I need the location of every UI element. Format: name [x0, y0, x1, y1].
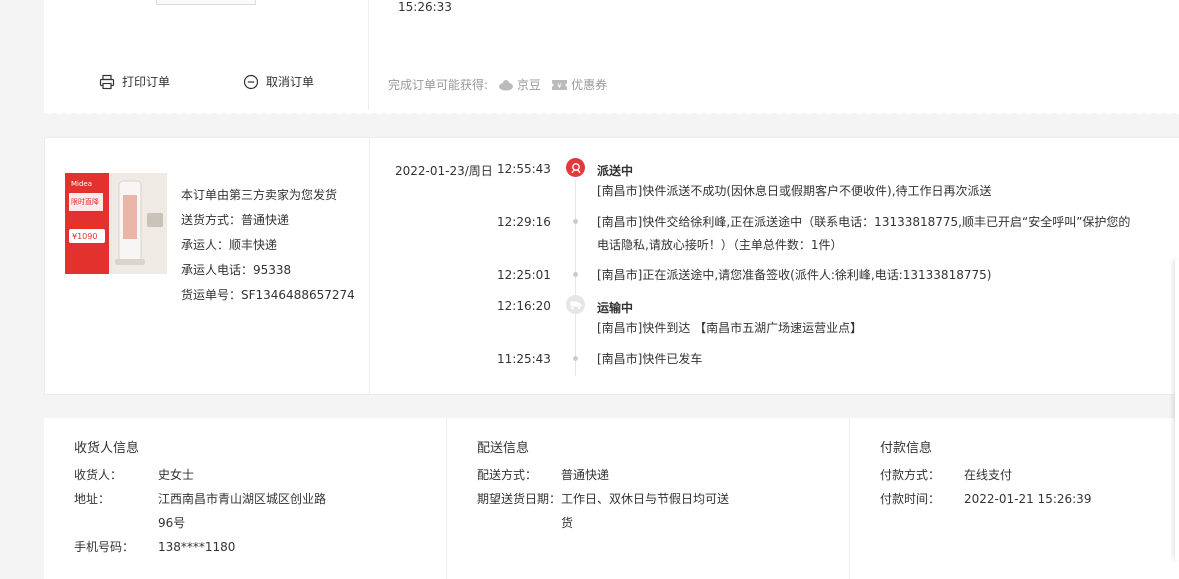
svg-text:¥: ¥ [557, 82, 562, 90]
order-time: 15:26:33 [398, 0, 452, 14]
delivery-date-value: 工作日、双休日与节假日均可送 货 [561, 487, 736, 535]
delivery-method-row: 配送方式： 普通快递 [477, 463, 736, 487]
delivery-method-key: 配送方式： [477, 468, 538, 482]
timeline-time: 12:55:43 [497, 162, 551, 176]
consignee-phone-key: 手机号码： [74, 540, 135, 554]
svg-text:Midea: Midea [71, 180, 92, 188]
consignee-phone-row: 手机号码： 138****1180 [74, 535, 333, 559]
side-panel-edge [1175, 260, 1179, 560]
delivery-info: 配送信息 配送方式： 普通快递 期望送货日期： 工作日、双休日与节假日均可送 货 [447, 418, 850, 579]
consignee-name-key: 收货人： [74, 468, 123, 482]
shipping-method: 送货方式：普通快递 [181, 213, 290, 227]
jingdou-reward[interactable]: 京豆 [498, 76, 541, 93]
carrier-phone: 承运人电话：95338 [181, 263, 292, 277]
timeline-event-text: [南昌市]快件派送不成功(因休息日或假期客户不便收件),待工作日再次派送 [597, 184, 992, 198]
coupon-icon: ¥ [552, 79, 568, 90]
timeline-dot [573, 272, 578, 277]
payment-time-key: 付款时间： [880, 492, 941, 506]
minus-circle-icon [243, 74, 259, 90]
consignee-address-row: 地址： 江西南昌市青山湖区城区创业路 96号 [74, 487, 333, 535]
printer-icon [99, 74, 115, 90]
consignee-phone-value: 138****1180 [158, 540, 236, 554]
delivery-method-value: 普通快递 [561, 468, 610, 482]
timeline-dot [573, 219, 578, 224]
product-badge: 限时直降 [71, 197, 99, 206]
product-thumb-stub [156, 0, 256, 5]
timeline-date: 2022-01-23/周日 [395, 164, 493, 178]
timeline-event-text: [南昌市]快件到达 【南昌市五湖广场速运营业点】 [597, 321, 863, 335]
timeline-time: 12:29:16 [497, 215, 551, 229]
order-info-card: 收货人信息 收货人： 史女士 地址： 江西南昌市青山湖区城区创业路 96号 手机… [44, 418, 1179, 579]
timeline-time: 12:16:20 [497, 299, 551, 313]
timeline-time: 12:25:01 [497, 268, 551, 282]
consignee-address-line2: 96号 [158, 516, 186, 530]
order-actions-card: 打印订单 取消订单 15:26:33 完成订单可能获得: 京豆 ¥ 优惠券 [44, 0, 1179, 113]
timeline-event-text: 电话隐私,请放心接听！）（主单总件数：1件） [597, 238, 843, 252]
jingdou-icon [499, 79, 514, 90]
timeline-status: 运输中 [597, 301, 634, 315]
cancel-order-label: 取消订单 [266, 75, 315, 89]
delivery-date-key: 期望送货日期： [477, 492, 562, 506]
tracking-number[interactable]: 货运单号：SF1346488657274 [181, 283, 355, 308]
consignee-name-row: 收货人： 史女士 [74, 463, 333, 487]
payment-method-key: 付款方式： [880, 468, 941, 482]
timeline-event-text: [南昌市]快件交给徐利峰,正在派送途中（联系电话：13133818775,顺丰已… [597, 215, 1131, 229]
shipping-details: 本订单由第三方卖家为您发货 送货方式：普通快递 承运人：顺丰快递 承运人电话：9… [181, 183, 355, 308]
product-price: ¥1090 [72, 232, 97, 241]
payment-info: 付款信息 付款方式： 在线支付 付款时间： 2022-01-21 15:26:3… [850, 418, 1179, 579]
consignee-info: 收货人信息 收货人： 史女士 地址： 江西南昌市青山湖区城区创业路 96号 手机… [44, 418, 447, 579]
payment-time-value: 2022-01-21 15:26:39 [964, 492, 1092, 506]
cancel-order-button[interactable]: 取消订单 [243, 73, 314, 90]
timeline-dot [573, 356, 578, 361]
timeline-status: 派送中 [597, 164, 634, 178]
consignee-address-value: 江西南昌市青山湖区城区创业路 96号 [158, 487, 333, 535]
package-info: Midea 限时直降 ¥1090 本订单由第三方卖家为您发货 送货方式：普通快递… [45, 138, 370, 394]
payment-time-row: 付款时间： 2022-01-21 15:26:39 [880, 487, 1139, 511]
print-order-button[interactable]: 打印订单 [99, 73, 170, 90]
coupon-label: 优惠券 [571, 78, 608, 92]
delivering-icon [566, 158, 585, 177]
print-order-label: 打印订单 [122, 75, 171, 89]
delivery-date-line1: 工作日、双休日与节假日均可送 [561, 492, 730, 506]
timeline-event-text: [南昌市]快件已发车 [597, 352, 703, 366]
consignee-name-value: 史女士 [158, 468, 195, 482]
order-actions-left: 打印订单 取消订单 [44, 0, 369, 113]
delivery-date-line2: 货 [561, 516, 574, 530]
payment-method-value: 在线支付 [964, 468, 1013, 482]
timeline-event-text: [南昌市]正在派送途中,请您准备签收(派件人:徐利峰,电话:1313381877… [597, 268, 992, 282]
product-image[interactable]: Midea 限时直降 ¥1090 [65, 173, 167, 274]
rewards-label: 完成订单可能获得: [388, 78, 489, 92]
payment-title: 付款信息 [880, 441, 933, 456]
jingdou-label: 京豆 [517, 78, 542, 92]
coupon-reward[interactable]: ¥ 优惠券 [551, 76, 607, 93]
seller-note: 本订单由第三方卖家为您发货 [181, 188, 338, 202]
consignee-title: 收货人信息 [74, 441, 140, 456]
rewards-row: 完成订单可能获得: 京豆 ¥ 优惠券 [388, 76, 607, 93]
timeline-time: 11:25:43 [497, 352, 551, 366]
payment-method-row: 付款方式： 在线支付 [880, 463, 1139, 487]
delivery-date-row: 期望送货日期： 工作日、双休日与节假日均可送 货 [477, 487, 736, 535]
consignee-address-key: 地址： [74, 492, 111, 506]
consignee-address-line1: 江西南昌市青山湖区城区创业路 [158, 492, 327, 506]
transit-icon [566, 295, 585, 314]
carrier-name: 承运人：顺丰快递 [181, 238, 278, 252]
wavy-divider [44, 110, 1179, 118]
delivery-title: 配送信息 [477, 441, 530, 456]
logistics-card: Midea 限时直降 ¥1090 本订单由第三方卖家为您发货 送货方式：普通快递… [44, 137, 1179, 395]
